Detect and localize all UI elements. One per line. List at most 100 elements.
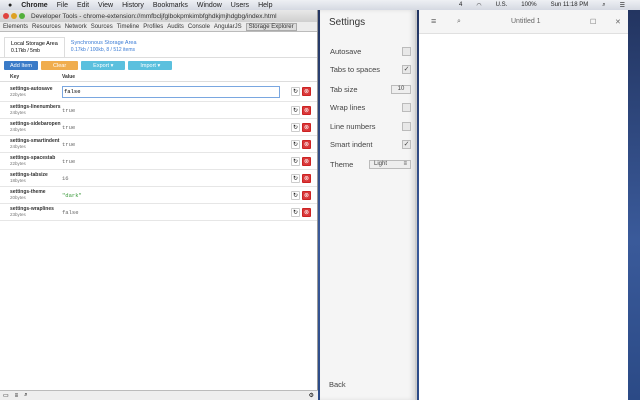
menu-chrome[interactable]: Chrome	[21, 2, 47, 9]
add-item-button[interactable]: Add Item	[4, 61, 39, 70]
refresh-icon[interactable]: ↻	[291, 122, 300, 132]
apple-icon[interactable]: ●	[8, 2, 12, 9]
value-text[interactable]: false	[62, 209, 79, 216]
text-editor[interactable]: ≡ ⌕ Untitled 1 ☐ ✕	[419, 10, 628, 400]
table-row[interactable]: settings-tabsize 18bytes 16 ↻ ⊗	[0, 170, 317, 187]
menu-help[interactable]: Help	[258, 2, 272, 9]
table-row[interactable]: settings-linenumbers 24bytes true ↻ ⊗	[0, 102, 317, 119]
input-source[interactable]: U.S.	[496, 2, 508, 9]
document-title: Untitled 1	[511, 18, 541, 25]
refresh-icon[interactable]: ↻	[291, 105, 300, 115]
table-row[interactable]: settings-spacestab 22bytes true ↻ ⊗	[0, 153, 317, 170]
table-row[interactable]: settings-autosave22bytes ↻⊗	[0, 82, 317, 102]
clock[interactable]: Sun 11:18 PM	[551, 2, 589, 9]
delete-icon[interactable]: ⊗	[302, 156, 311, 166]
refresh-icon[interactable]: ↻	[291, 173, 300, 183]
maximize-icon[interactable]: ☐	[590, 18, 596, 26]
smart-indent-checkbox[interactable]: ✓	[402, 140, 411, 149]
key-cell: settings-linenumbers 24bytes	[10, 104, 62, 116]
key-size: 22bytes	[10, 161, 26, 166]
value-text[interactable]: "dark"	[62, 192, 82, 199]
tab-audits[interactable]: Audits	[167, 24, 184, 30]
key-size: 18bytes	[10, 178, 26, 183]
table-row[interactable]: settings-sidebaropen 24bytes true ↻ ⊗	[0, 119, 317, 136]
delete-icon[interactable]: ⊗	[302, 207, 311, 217]
zoom-window-icon[interactable]	[19, 13, 25, 19]
key-size: 20bytes	[10, 195, 26, 200]
value-text[interactable]: true	[62, 124, 75, 131]
tab-network[interactable]: Network	[65, 24, 87, 30]
delete-icon[interactable]: ⊗	[302, 87, 311, 96]
key-size: 22bytes	[10, 91, 26, 97]
delete-icon[interactable]: ⊗	[302, 173, 311, 183]
tab-profiles[interactable]: Profiles	[143, 24, 163, 30]
search-icon[interactable]: ⌕	[24, 392, 27, 399]
value-text[interactable]: true	[62, 141, 75, 148]
export-button[interactable]: Export ▾	[81, 61, 126, 70]
refresh-icon[interactable]: ↻	[291, 139, 300, 149]
search-icon[interactable]: ⌕	[457, 18, 461, 26]
refresh-icon[interactable]: ↻	[291, 156, 300, 166]
value-input[interactable]	[62, 85, 280, 98]
value-text[interactable]: true	[62, 158, 75, 165]
tabs-to-spaces-checkbox[interactable]: ✓	[402, 65, 411, 74]
menu-view[interactable]: View	[98, 2, 113, 9]
minimize-window-icon[interactable]	[11, 13, 17, 19]
tab-angularjs[interactable]: AngularJS	[214, 24, 242, 30]
key-size: 24bytes	[10, 110, 26, 115]
refresh-icon[interactable]: ↻	[291, 207, 300, 217]
tab-sync-storage[interactable]: Synchronous Storage Area 0.17kb / 100kb,…	[65, 37, 143, 57]
tab-sources[interactable]: Sources	[91, 24, 113, 30]
menu-edit[interactable]: Edit	[77, 2, 89, 9]
refresh-icon[interactable]: ↻	[291, 190, 300, 200]
table-row[interactable]: settings-wraplines 23bytes false ↻ ⊗	[0, 204, 317, 221]
notification-list-icon[interactable]: ☰	[620, 2, 625, 9]
import-button[interactable]: Import ▾	[128, 61, 173, 70]
wrap-lines-label: Wrap lines	[330, 103, 366, 112]
devtools-titlebar: Developer Tools - chrome-extension://mmf…	[0, 10, 317, 22]
hamburger-menu-icon[interactable]: ≡	[431, 16, 436, 26]
delete-icon[interactable]: ⊗	[302, 139, 311, 149]
delete-icon[interactable]: ⊗	[302, 122, 311, 132]
wifi-icon[interactable]: ◠	[476, 2, 481, 9]
settings-gear-icon[interactable]: ⚙	[309, 392, 314, 399]
tab-elements[interactable]: Elements	[3, 24, 28, 30]
tab-console[interactable]: Console	[188, 24, 210, 30]
delete-icon[interactable]: ⊗	[302, 190, 311, 200]
tab-storage-explorer[interactable]: Storage Explorer	[245, 22, 297, 31]
refresh-icon[interactable]: ↻	[291, 87, 300, 96]
value-text[interactable]: true	[62, 107, 75, 114]
key-header: Key	[10, 74, 20, 80]
theme-select[interactable]: Light ≡	[369, 160, 411, 169]
line-numbers-checkbox[interactable]	[402, 122, 411, 131]
key-cell: settings-sidebaropen 24bytes	[10, 121, 62, 133]
autosave-checkbox[interactable]	[402, 47, 411, 56]
tab-size-label: Tab size	[330, 85, 358, 94]
menu-users[interactable]: Users	[231, 2, 249, 9]
tab-local-storage[interactable]: Local Storage Area 0.17kb / 5mb	[4, 37, 65, 57]
tab-resources[interactable]: Resources	[32, 24, 61, 30]
spotlight-icon[interactable]: ⌕	[602, 2, 605, 9]
dock-icon[interactable]: ▭	[3, 392, 9, 399]
console-drawer-icon[interactable]: ≡	[15, 393, 19, 399]
menu-window[interactable]: Window	[197, 2, 222, 9]
key-cell: settings-tabsize 18bytes	[10, 172, 62, 184]
table-row[interactable]: settings-smartindent 24bytes true ↻ ⊗	[0, 136, 317, 153]
table-row[interactable]: settings-theme 20bytes "dark" ↻ ⊗	[0, 187, 317, 204]
delete-icon[interactable]: ⊗	[302, 105, 311, 115]
cursor-count[interactable]: 4	[459, 2, 462, 9]
menu-bookmarks[interactable]: Bookmarks	[153, 2, 188, 9]
menu-file[interactable]: File	[57, 2, 68, 9]
back-button[interactable]: Back	[329, 380, 346, 389]
tab-timeline[interactable]: Timeline	[117, 24, 139, 30]
menu-history[interactable]: History	[122, 2, 144, 9]
battery-status[interactable]: 100%	[521, 2, 536, 9]
settings-title: Settings	[329, 17, 366, 28]
wrap-lines-checkbox[interactable]	[402, 103, 411, 112]
tab-size-input[interactable]: 10	[391, 85, 411, 94]
window-title: Developer Tools - chrome-extension://mmf…	[31, 12, 277, 20]
close-icon[interactable]: ✕	[615, 18, 621, 26]
value-text[interactable]: 16	[62, 175, 69, 182]
clear-button[interactable]: Clear	[41, 61, 79, 70]
close-window-icon[interactable]	[3, 13, 9, 19]
